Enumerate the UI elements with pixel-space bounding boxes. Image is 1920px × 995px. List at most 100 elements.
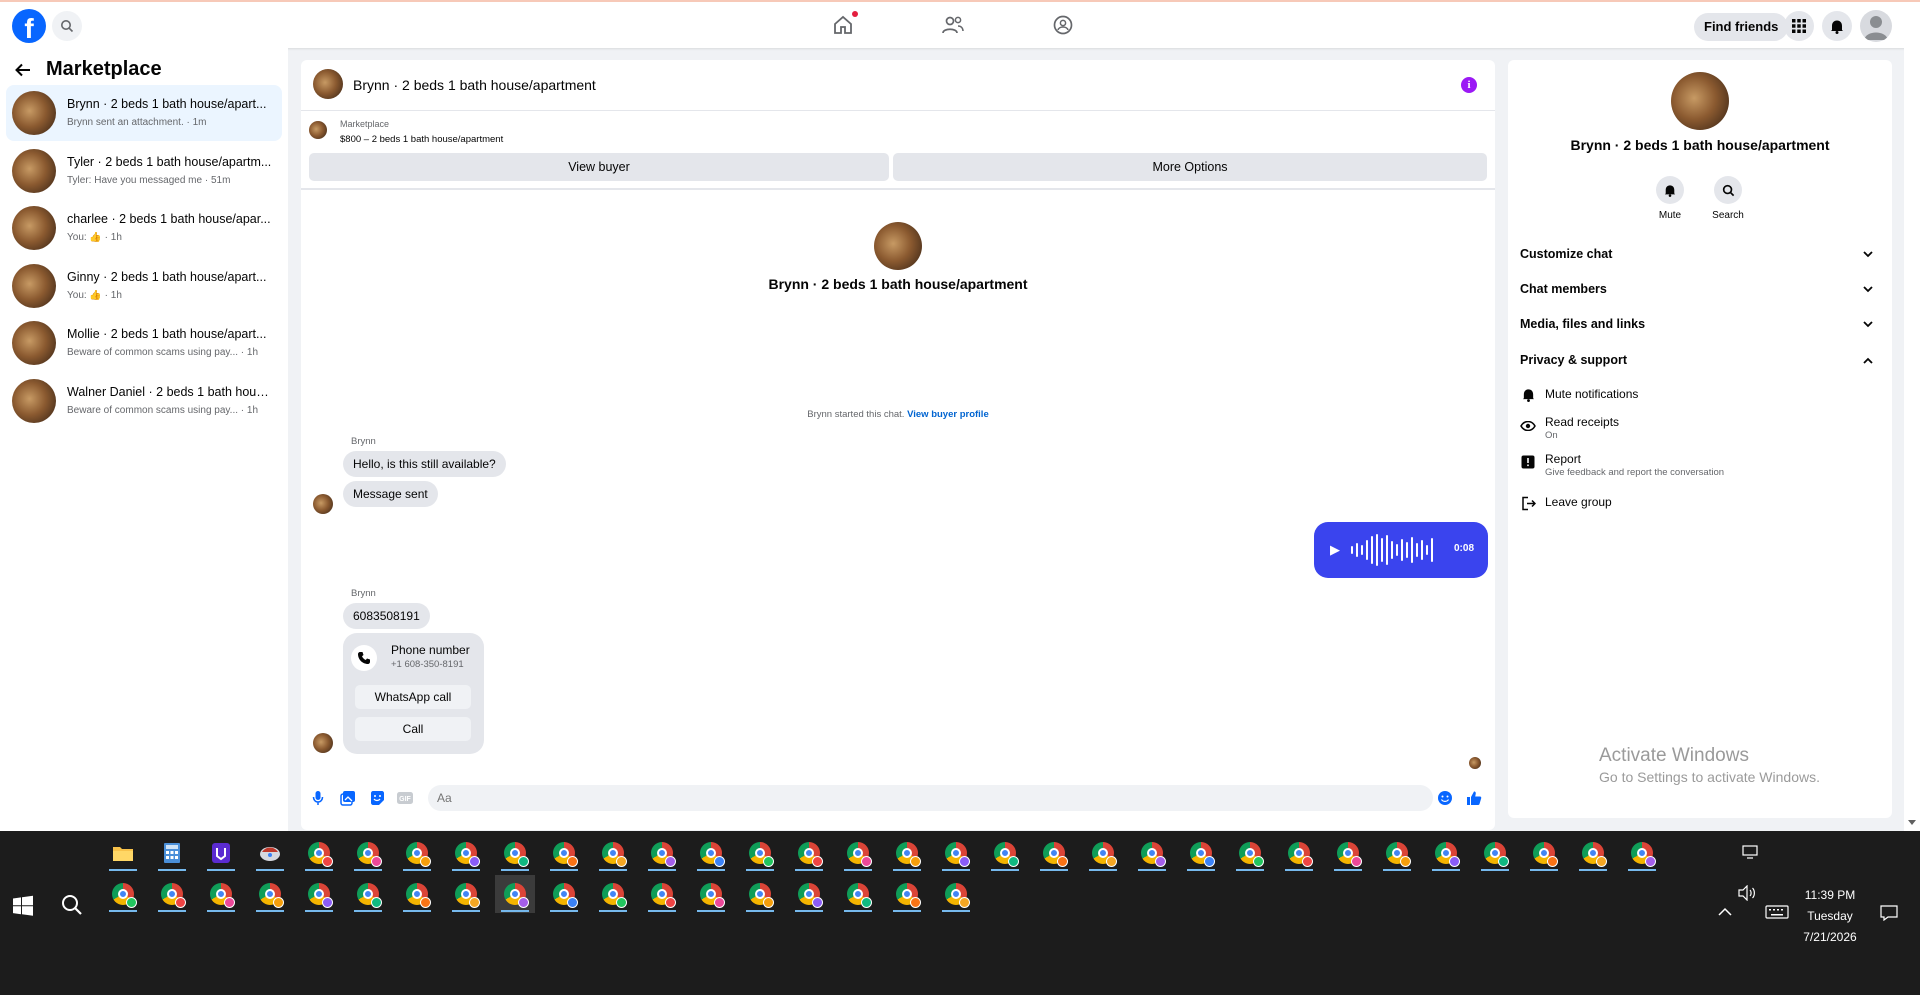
conversation-item[interactable]: charlee · 2 beds 1 bath house/apar... Yo… <box>6 200 282 256</box>
privacy-support-section[interactable]: Privacy & support <box>1520 345 1880 375</box>
chrome-icon[interactable] <box>1622 834 1662 872</box>
chrome-icon[interactable] <box>397 875 437 913</box>
bell-icon[interactable] <box>1822 11 1852 41</box>
bell-icon[interactable] <box>1656 176 1684 204</box>
find-friends-button[interactable]: Find friends <box>1694 13 1789 41</box>
sticker-icon[interactable] <box>367 788 387 808</box>
chrome-icon[interactable] <box>495 834 535 872</box>
chat-title[interactable]: Brynn · 2 beds 1 bath house/apartment <box>353 77 596 93</box>
chrome-icon[interactable] <box>838 834 878 872</box>
view-buyer-profile-link[interactable]: View buyer profile <box>907 409 989 420</box>
chrome-icon[interactable] <box>838 875 878 913</box>
chevron-down-icon[interactable] <box>1860 281 1876 297</box>
chrome-icon[interactable] <box>1181 834 1221 872</box>
chrome-icon[interactable] <box>642 875 682 913</box>
report-item[interactable]: Report Give feedback and report the conv… <box>1520 450 1880 482</box>
thumbs-up-icon[interactable] <box>1464 788 1484 808</box>
chrome-icon[interactable] <box>789 875 829 913</box>
chrome-icon[interactable] <box>348 834 388 872</box>
search-icon[interactable] <box>1714 176 1742 204</box>
chrome-icon[interactable] <box>1034 834 1074 872</box>
chrome-icon[interactable] <box>446 834 486 872</box>
voice-message-bubble[interactable]: ▶ 0:08 <box>1314 522 1488 578</box>
chrome-icon[interactable] <box>299 834 339 872</box>
friends-icon[interactable] <box>940 12 966 38</box>
avatar[interactable] <box>874 222 922 270</box>
chrome-icon[interactable] <box>1573 834 1613 872</box>
conversation-item[interactable]: Mollie · 2 beds 1 bath house/apart... Be… <box>6 315 282 371</box>
emoji-icon[interactable] <box>1435 788 1455 808</box>
chrome-icon[interactable] <box>446 875 486 913</box>
facebook-logo-icon[interactable]: f <box>12 9 46 43</box>
app-icon[interactable] <box>201 834 241 872</box>
customize-chat-section[interactable]: Customize chat <box>1520 239 1880 269</box>
read-receipts-item[interactable]: Read receipts On <box>1520 413 1880 445</box>
chrome-icon[interactable] <box>740 834 780 872</box>
message-bubble[interactable]: Hello, is this still available? <box>343 451 506 477</box>
more-options-button[interactable]: More Options <box>893 153 1487 181</box>
chrome-icon[interactable] <box>397 834 437 872</box>
mute-button[interactable]: Mute <box>1648 176 1692 221</box>
search-button[interactable]: Search <box>1706 176 1750 221</box>
message-input[interactable] <box>428 785 1433 811</box>
chrome-icon[interactable] <box>936 875 976 913</box>
chrome-icon[interactable] <box>1230 834 1270 872</box>
chrome-icon[interactable] <box>593 834 633 872</box>
chrome-icon[interactable] <box>1279 834 1319 872</box>
calculator-icon[interactable] <box>152 834 192 872</box>
chrome-icon[interactable] <box>691 834 731 872</box>
avatar[interactable] <box>313 494 333 514</box>
chevron-down-icon[interactable] <box>1860 316 1876 332</box>
chrome-icon[interactable] <box>642 834 682 872</box>
chrome-icon[interactable] <box>495 875 535 913</box>
chrome-icon[interactable] <box>1524 834 1564 872</box>
keyboard-icon[interactable] <box>1765 905 1789 919</box>
search-icon[interactable] <box>52 11 82 41</box>
chrome-icon[interactable] <box>1377 834 1417 872</box>
media-files-links-section[interactable]: Media, files and links <box>1520 309 1880 339</box>
chrome-icon[interactable] <box>1083 834 1123 872</box>
whatsapp-call-button[interactable]: WhatsApp call <box>355 685 471 709</box>
avatar[interactable] <box>313 69 343 99</box>
chrome-icon[interactable] <box>691 875 731 913</box>
scroll-down-arrow-icon[interactable] <box>1908 820 1916 825</box>
chrome-icon[interactable] <box>201 875 241 913</box>
chrome-icon[interactable] <box>887 834 927 872</box>
chrome-icon[interactable] <box>1328 834 1368 872</box>
conversation-item[interactable]: Tyler · 2 beds 1 bath house/apartm... Ty… <box>6 143 282 199</box>
chrome-icon[interactable] <box>544 834 584 872</box>
conversation-item[interactable]: Brynn · 2 beds 1 bath house/apart... Bry… <box>6 85 282 141</box>
game-app-icon[interactable] <box>250 834 290 872</box>
chevron-up-icon[interactable] <box>1860 352 1876 368</box>
chrome-icon[interactable] <box>250 875 290 913</box>
call-button[interactable]: Call <box>355 717 471 741</box>
home-icon[interactable] <box>830 11 858 38</box>
volume-icon[interactable] <box>1738 885 1756 901</box>
chrome-icon[interactable] <box>103 875 143 913</box>
message-bubble[interactable]: 6083508191 <box>343 603 430 629</box>
chrome-icon[interactable] <box>544 875 584 913</box>
chrome-icon[interactable] <box>1132 834 1172 872</box>
conversation-item[interactable]: Walner Daniel · 2 beds 1 bath hous... Be… <box>6 373 282 429</box>
chrome-icon[interactable] <box>1426 834 1466 872</box>
avatar[interactable] <box>1671 72 1729 130</box>
mute-notifications-item[interactable]: Mute notifications <box>1520 385 1880 407</box>
chrome-icon[interactable] <box>348 875 388 913</box>
back-arrow-icon[interactable] <box>14 61 32 79</box>
chrome-icon[interactable] <box>152 875 192 913</box>
search-icon[interactable] <box>60 893 84 917</box>
view-buyer-button[interactable]: View buyer <box>309 153 889 181</box>
chrome-icon[interactable] <box>593 875 633 913</box>
listing-price[interactable]: $800 – 2 beds 1 bath house/apartment <box>340 134 503 145</box>
play-icon[interactable]: ▶ <box>1330 542 1340 558</box>
chevron-down-icon[interactable] <box>1860 246 1876 262</box>
windows-start-icon[interactable] <box>12 895 34 917</box>
chrome-icon[interactable] <box>1475 834 1515 872</box>
menu-grid-icon[interactable] <box>1784 11 1814 41</box>
task-view-icon[interactable] <box>1742 845 1758 859</box>
chat-members-section[interactable]: Chat members <box>1520 274 1880 304</box>
chrome-icon[interactable] <box>936 834 976 872</box>
message-bubble[interactable]: Message sent <box>343 481 438 507</box>
account-icon[interactable] <box>1860 10 1892 42</box>
chrome-icon[interactable] <box>887 875 927 913</box>
